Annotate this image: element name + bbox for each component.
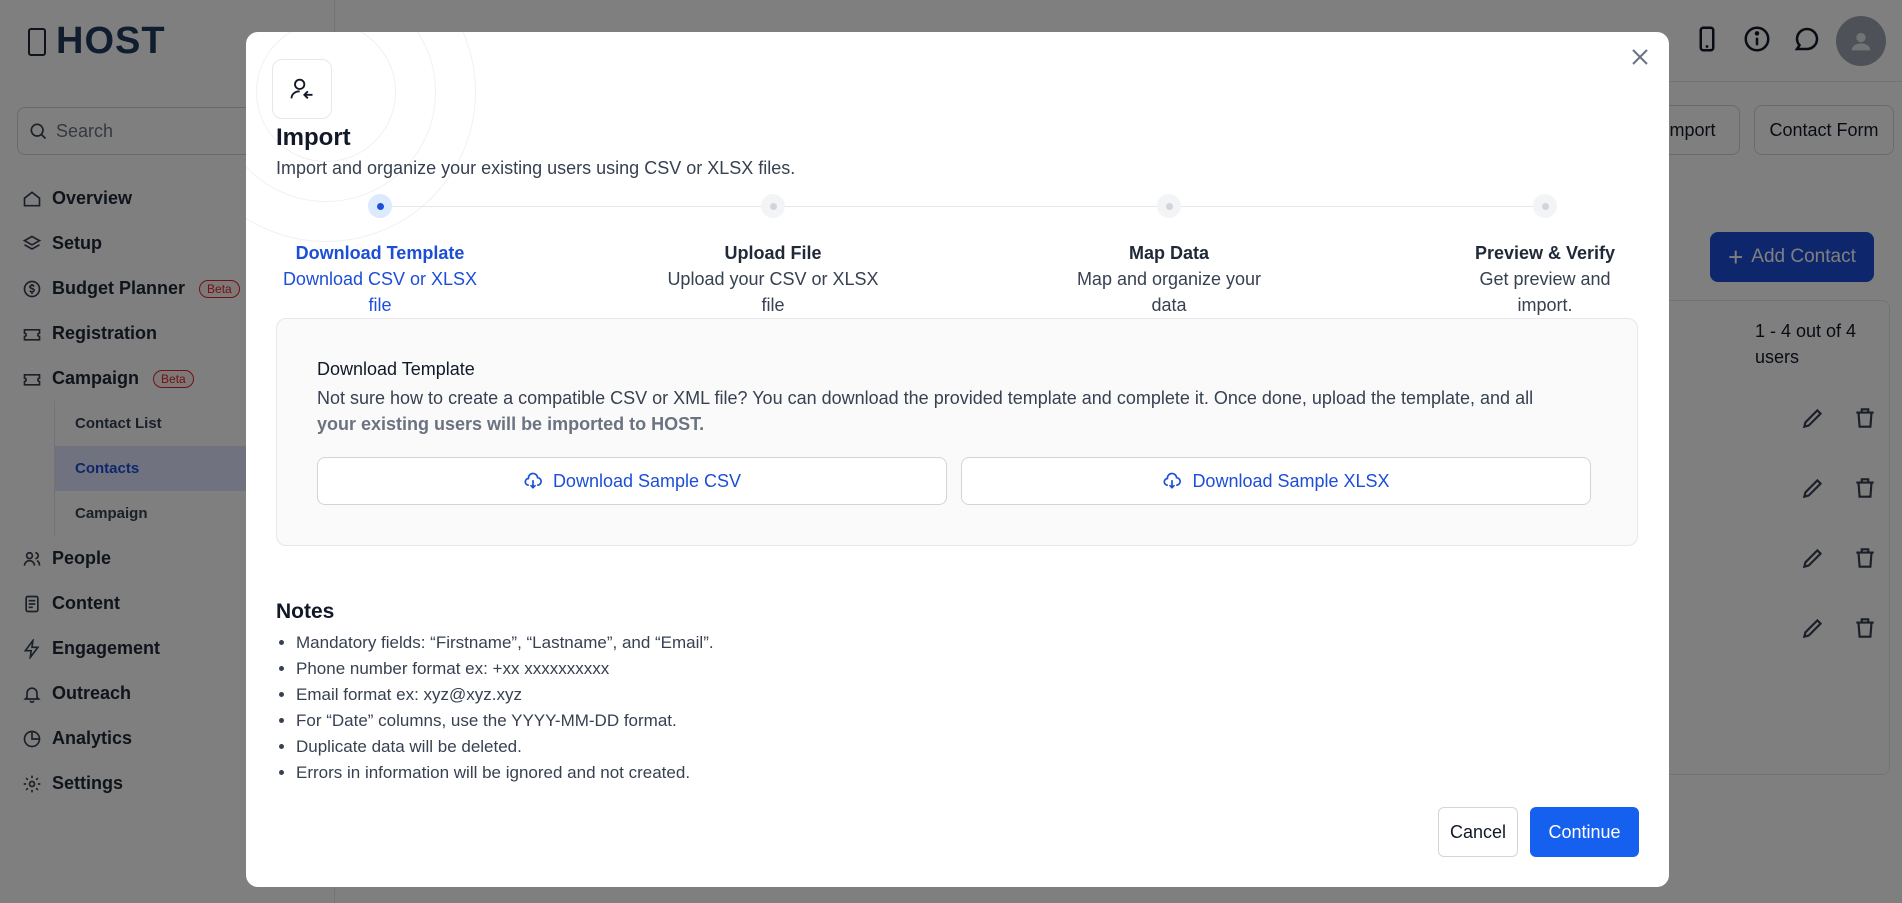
- download-sample-csv-button[interactable]: Download Sample CSV: [317, 457, 947, 505]
- step-upload-file: Upload File Upload your CSV or XLSX file: [658, 240, 888, 318]
- step-desc: Download CSV or XLSX file: [282, 269, 478, 315]
- note-item: Phone number format ex: +xx xxxxxxxxxx: [296, 656, 714, 682]
- notes-list: Mandatory fields: “Firstname”, “Lastname…: [296, 630, 714, 786]
- stepper-line: [380, 206, 1546, 207]
- note-item: Duplicate data will be deleted.: [296, 734, 714, 760]
- cancel-button[interactable]: Cancel: [1438, 807, 1518, 857]
- step-title: Upload File: [724, 243, 822, 263]
- step-indicator-download-template: [368, 194, 392, 218]
- button-label: Download Sample XLSX: [1192, 470, 1390, 491]
- cloud-download-icon: [524, 472, 542, 489]
- notes-title: Notes: [276, 600, 335, 623]
- download-template-panel: Download Template Not sure how to create…: [276, 318, 1638, 546]
- continue-button[interactable]: Continue: [1530, 807, 1639, 857]
- step-map-data: Map Data Map and organize your data: [1054, 240, 1284, 318]
- import-user-icon: [272, 59, 332, 119]
- step-title: Map Data: [1128, 243, 1209, 263]
- cloud-download-icon: [1163, 472, 1182, 489]
- panel-title: Download Template: [317, 359, 475, 379]
- panel-description-bold: your existing users will be imported to …: [317, 414, 705, 434]
- button-label: Download Sample CSV: [552, 470, 742, 491]
- modal-subtitle: Import and organize your existing users …: [276, 158, 796, 178]
- note-item: Mandatory fields: “Firstname”, “Lastname…: [296, 630, 714, 656]
- step-desc: Upload your CSV or XLSX file: [667, 269, 879, 315]
- step-preview-verify: Preview & Verify Get preview and import.: [1430, 240, 1660, 318]
- step-desc: Map and organize your data: [1076, 269, 1262, 315]
- note-item: Email format ex: xyz@xyz.xyz: [296, 682, 714, 708]
- note-item: Errors in information will be ignored an…: [296, 760, 714, 786]
- step-title: Download Template: [295, 243, 465, 263]
- step-indicator-upload-file: [761, 194, 785, 218]
- step-desc: Get preview and import.: [1479, 269, 1611, 315]
- import-modal: Import Import and organize your existing…: [246, 32, 1669, 887]
- download-sample-xlsx-button[interactable]: Download Sample XLSX: [961, 457, 1591, 505]
- step-indicator-preview-verify: [1533, 194, 1557, 218]
- close-button[interactable]: [1625, 42, 1655, 72]
- close-icon: [1632, 49, 1648, 65]
- step-title: Preview & Verify: [1474, 243, 1616, 263]
- modal-title: Import: [276, 124, 351, 151]
- note-item: For “Date” columns, use the YYYY-MM-DD f…: [296, 708, 714, 734]
- panel-description: Not sure how to create a compatible CSV …: [317, 385, 1617, 437]
- step-indicator-map-data: [1157, 194, 1181, 218]
- panel-description-text: Not sure how to create a compatible CSV …: [317, 388, 1534, 408]
- step-download-template: Download Template Download CSV or XLSX f…: [265, 240, 495, 318]
